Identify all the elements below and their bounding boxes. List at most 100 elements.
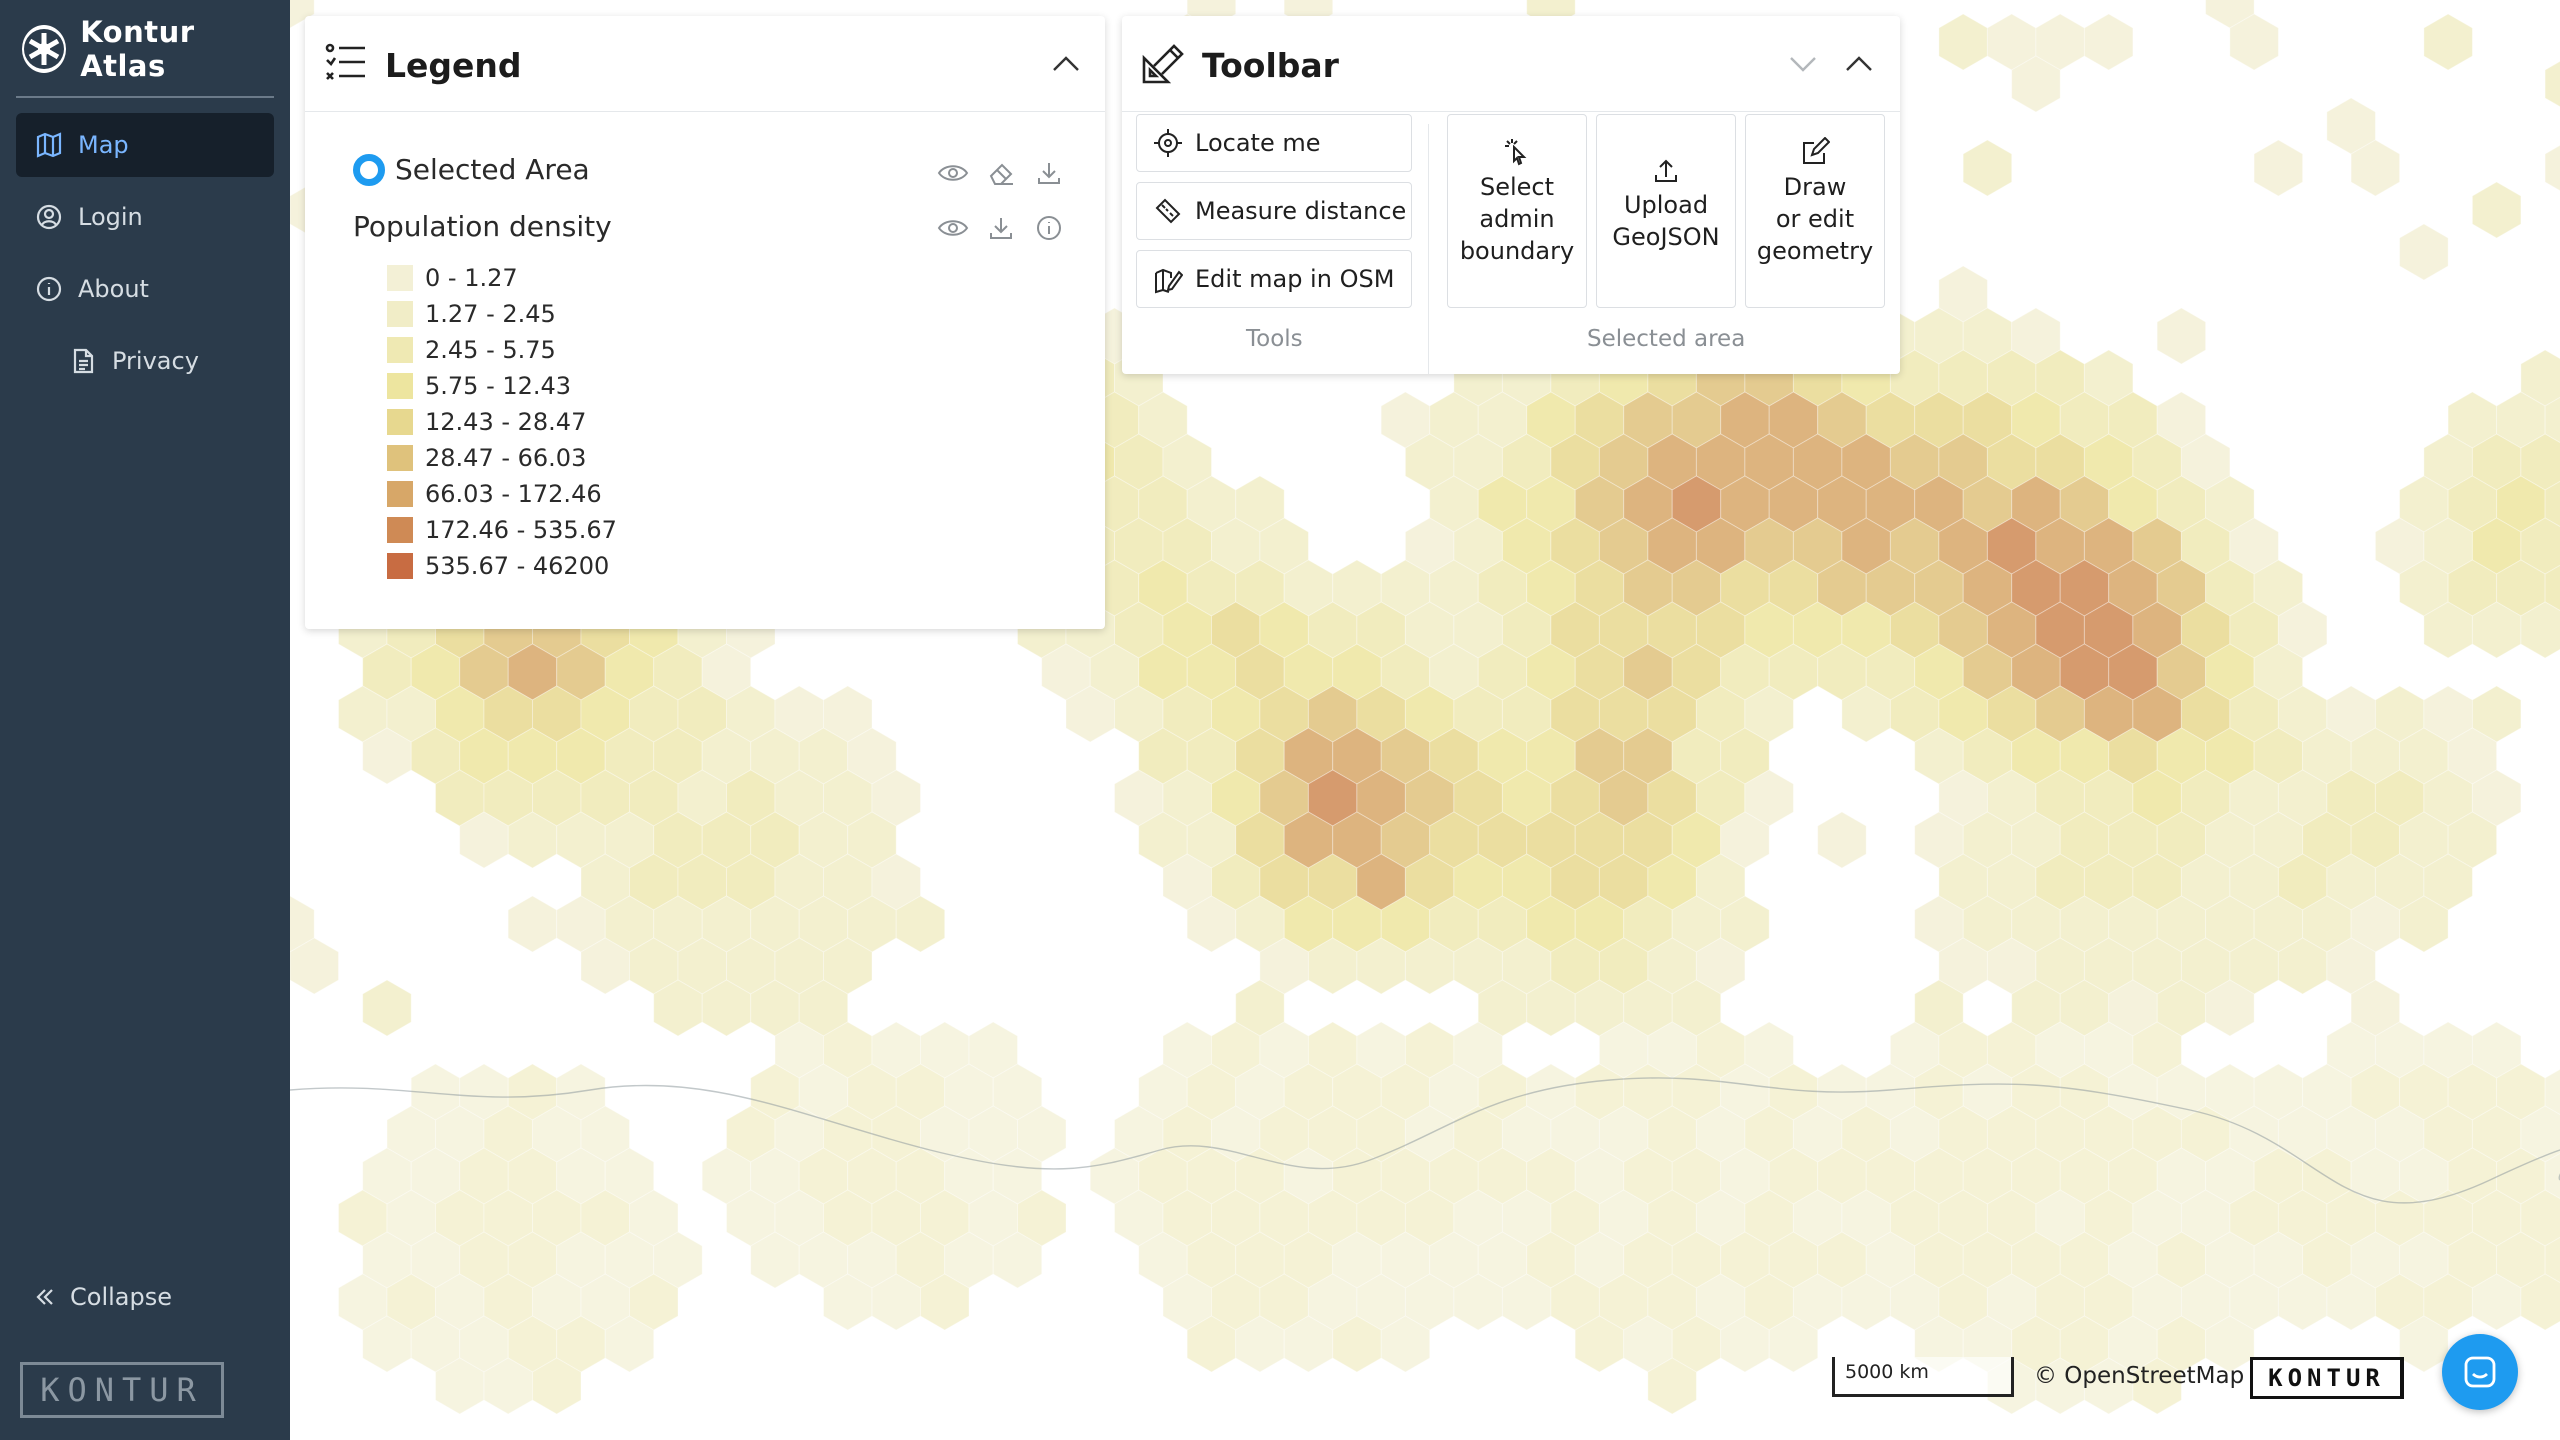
selected-area-row: Selected Area <box>353 153 590 186</box>
support-chat-button[interactable] <box>2442 1334 2518 1410</box>
draw-edit-geometry-button[interactable]: Draw or edit geometry <box>1745 114 1885 308</box>
legend-item-label: 12.43 - 28.47 <box>425 408 587 436</box>
layer-actions <box>929 211 1073 245</box>
population-hexagon <box>1817 811 1867 869</box>
sidebar-item-login[interactable]: Login <box>16 185 274 249</box>
legend-item: 12.43 - 28.47 <box>387 404 617 440</box>
edit-map-osm-button[interactable]: Edit map in OSM <box>1136 250 1412 308</box>
measure-distance-button[interactable]: Measure distance <box>1136 182 1412 240</box>
sidebar-item-label: About <box>78 275 149 303</box>
legend-item: 0 - 1.27 <box>387 260 617 296</box>
selected-area-actions <box>929 156 1073 190</box>
edit-map-osm-label: Edit map in OSM <box>1195 265 1395 293</box>
select-admin-boundary-label-1: Select <box>1479 173 1555 201</box>
eraser-icon[interactable] <box>977 156 1025 190</box>
upload-geojson-label-1: Upload <box>1623 191 1709 219</box>
document-icon <box>68 346 98 376</box>
legend-item-label: 172.46 - 535.67 <box>425 516 617 544</box>
download-icon[interactable] <box>1025 156 1073 190</box>
legend-swatch <box>387 409 413 435</box>
upload-geojson-button[interactable]: Upload GeoJSON <box>1596 114 1736 308</box>
sidebar-item-about[interactable]: About <box>16 257 274 321</box>
collapse-sidebar-button[interactable]: Collapse <box>34 1283 172 1311</box>
population-hexagon <box>507 895 558 953</box>
info-icon[interactable] <box>1025 211 1073 245</box>
legend-title: Legend <box>385 46 522 85</box>
legend-list-icon <box>323 40 369 86</box>
map-edit-icon <box>1151 262 1185 296</box>
legend-swatch <box>387 517 413 543</box>
population-hexagon <box>1938 13 1988 71</box>
toolbar-group-divider <box>1428 124 1429 374</box>
population-hexagon <box>2083 13 2134 71</box>
info-icon <box>34 274 64 304</box>
population-hexagon <box>2471 181 2522 239</box>
selected-area-label: Selected Area <box>395 153 590 186</box>
select-admin-boundary-button[interactable]: Select admin boundary <box>1447 114 1587 308</box>
select-admin-boundary-label-3: boundary <box>1459 237 1575 265</box>
population-hexagon <box>2399 223 2449 281</box>
toolbar-panel: Toolbar Locate me Measure distance Edit … <box>1122 16 1900 374</box>
population-hexagon <box>2156 307 2207 365</box>
pointer-click-icon <box>1448 137 1586 167</box>
eye-icon[interactable] <box>929 211 977 245</box>
select-admin-boundary-label-2: admin <box>1479 205 1555 233</box>
toolbar-title: Toolbar <box>1202 46 1339 85</box>
legend-item: 2.45 - 5.75 <box>387 332 617 368</box>
double-chevron-left-icon <box>34 1286 56 1308</box>
legend-panel: Legend Selected Area Population density … <box>305 16 1105 629</box>
legend-swatch <box>387 481 413 507</box>
upload-icon <box>1597 155 1735 185</box>
draw-edit-geometry-label-1: Draw <box>1783 173 1847 201</box>
legend-item-label: 5.75 - 12.43 <box>425 372 572 400</box>
legend-item: 66.03 - 172.46 <box>387 476 617 512</box>
legend-swatch <box>387 301 413 327</box>
edit-geometry-icon <box>1746 137 1884 167</box>
download-icon[interactable] <box>977 211 1025 245</box>
sidebar-item-privacy[interactable]: Privacy <box>16 329 274 393</box>
legend-swatch <box>387 553 413 579</box>
user-circle-icon <box>34 202 64 232</box>
legend-item-label: 28.47 - 66.03 <box>425 444 587 472</box>
legend-header: Legend <box>305 16 1105 112</box>
app-name: Kontur Atlas <box>80 15 195 83</box>
legend-item-label: 66.03 - 172.46 <box>425 480 602 508</box>
locate-me-button[interactable]: Locate me <box>1136 114 1412 172</box>
legend-item: 172.46 - 535.67 <box>387 512 617 548</box>
tools-group-label: Tools <box>1246 326 1303 352</box>
population-hexagon <box>2544 60 2560 108</box>
chat-icon <box>2464 1356 2496 1388</box>
measure-distance-label: Measure distance <box>1195 197 1407 225</box>
sidebar: Kontur Atlas Map Login About Privacy Col… <box>0 0 290 1440</box>
sidebar-item-map[interactable]: Map <box>16 113 274 177</box>
legend-swatch <box>387 373 413 399</box>
toolbar-expand-button[interactable] <box>1786 49 1820 79</box>
ruler-pencil-icon <box>1140 40 1186 86</box>
sidebar-divider <box>16 96 274 98</box>
eye-icon[interactable] <box>929 156 977 190</box>
kontur-wordmark: KONTUR <box>20 1362 224 1418</box>
legend-collapse-button[interactable] <box>1049 49 1083 79</box>
selected-area-marker-icon <box>353 153 385 186</box>
locate-me-label: Locate me <box>1195 129 1321 157</box>
sidebar-item-label: Privacy <box>112 347 199 375</box>
draw-edit-geometry-label-3: geometry <box>1756 237 1874 265</box>
sidebar-item-label: Login <box>78 203 143 231</box>
population-hexagon <box>362 979 412 1037</box>
legend-item: 535.67 - 46200 <box>387 548 617 584</box>
legend-item-label: 2.45 - 5.75 <box>425 336 556 364</box>
population-hexagon <box>2253 139 2304 197</box>
toolbar-collapse-button[interactable] <box>1842 49 1876 79</box>
kontur-map-logo[interactable]: KONTUR <box>2250 1357 2404 1399</box>
sidebar-item-label: Map <box>78 131 129 159</box>
legend-swatch <box>387 445 413 471</box>
legend-item-label: 0 - 1.27 <box>425 264 518 292</box>
map-scale-bar: 5000 km <box>1832 1357 2014 1397</box>
upload-geojson-label-2: GeoJSON <box>1612 223 1720 251</box>
app-brand[interactable]: Kontur Atlas <box>22 15 274 83</box>
population-hexagon <box>2544 144 2560 192</box>
population-hexagon <box>1962 139 2013 197</box>
map-attribution-link[interactable]: © OpenStreetMap <box>2034 1363 2244 1389</box>
legend-item-label: 1.27 - 2.45 <box>425 300 556 328</box>
legend-swatch <box>387 265 413 291</box>
